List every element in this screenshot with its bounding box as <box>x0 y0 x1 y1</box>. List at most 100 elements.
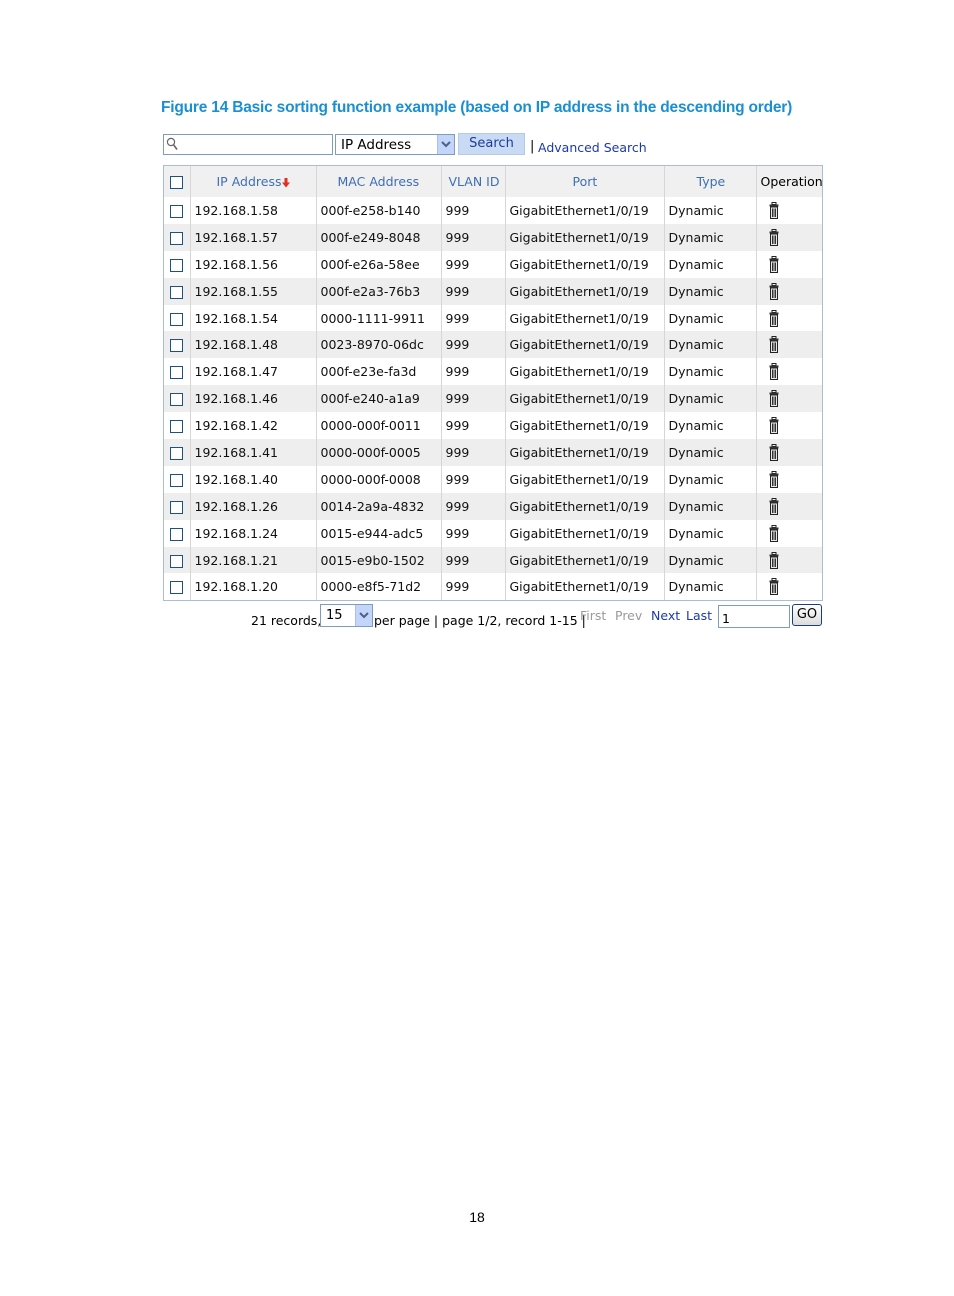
table-row: 192.168.1.54 0000-1111-9911 999 GigabitEthe… <box>164 304 822 332</box>
type-cell: Dynamic <box>664 546 757 574</box>
header-ip-address[interactable]: IP Address <box>190 166 317 197</box>
select-all-checkbox[interactable] <box>170 176 184 189</box>
magnifier-icon <box>166 137 178 150</box>
go-button[interactable]: GO <box>792 604 822 626</box>
row-checkbox[interactable] <box>170 581 184 595</box>
first-page-link: First <box>580 608 607 623</box>
row-checkbox[interactable] <box>170 258 184 272</box>
trash-icon[interactable] <box>769 255 779 273</box>
mac-address-cell: 000f-e249-8048 <box>316 223 442 251</box>
search-button[interactable]: Search <box>458 133 525 155</box>
port-cell: GigabitEthernet1/0/19 <box>505 304 665 332</box>
header-mac-address[interactable]: MAC Address <box>316 166 442 197</box>
row-checkbox[interactable] <box>170 554 184 568</box>
ip-address-cell: 192.168.1.48 <box>190 331 317 359</box>
row-checkbox[interactable] <box>170 527 184 541</box>
row-select-cell <box>164 465 191 493</box>
trash-icon[interactable] <box>769 417 779 435</box>
port-cell: GigabitEthernet1/0/19 <box>505 492 665 520</box>
row-select-cell <box>164 573 191 601</box>
row-checkbox[interactable] <box>170 312 184 326</box>
row-checkbox[interactable] <box>170 473 184 487</box>
header-ip-address-label: IP Address <box>216 174 282 189</box>
search-box[interactable] <box>163 134 333 155</box>
trash-icon[interactable] <box>769 282 779 300</box>
search-input[interactable] <box>180 136 330 152</box>
dropdown-button[interactable] <box>437 135 454 154</box>
ip-address-cell: 192.168.1.55 <box>190 277 317 305</box>
per-page-select[interactable]: 15 <box>320 604 373 627</box>
ip-address-cell: 192.168.1.42 <box>190 412 317 440</box>
type-cell: Dynamic <box>664 519 757 547</box>
trash-icon[interactable] <box>769 336 779 354</box>
row-select-cell <box>164 277 191 305</box>
page-number-input[interactable] <box>718 605 790 628</box>
type-cell: Dynamic <box>664 492 757 520</box>
trash-icon[interactable] <box>769 363 779 381</box>
advanced-search-link[interactable]: Advanced Search <box>538 140 647 155</box>
row-checkbox[interactable] <box>170 366 184 380</box>
operation-cell <box>756 305 822 332</box>
chevron-down-icon <box>441 141 451 148</box>
vlan-id-cell: 999 <box>441 573 506 601</box>
header-vlan-id[interactable]: VLAN ID <box>441 166 506 197</box>
last-page-link[interactable]: Last <box>686 608 712 623</box>
row-checkbox[interactable] <box>170 285 184 299</box>
vlan-id-cell: 999 <box>441 331 506 359</box>
port-cell: GigabitEthernet1/0/19 <box>505 465 665 493</box>
trash-icon[interactable] <box>769 524 779 542</box>
search-field-select[interactable]: IP Address <box>335 134 455 155</box>
operation-cell <box>756 197 822 224</box>
row-checkbox[interactable] <box>170 393 184 407</box>
ip-address-cell: 192.168.1.41 <box>190 439 317 466</box>
operation-cell <box>756 520 822 547</box>
type-cell: Dynamic <box>664 331 757 359</box>
vlan-id-cell: 999 <box>441 197 506 224</box>
next-page-link[interactable]: Next <box>651 608 680 623</box>
trash-icon[interactable] <box>769 578 779 596</box>
type-cell: Dynamic <box>664 277 757 305</box>
trash-icon[interactable] <box>769 201 779 219</box>
operation-cell <box>756 331 822 359</box>
row-checkbox[interactable] <box>170 420 184 434</box>
page-number: 18 <box>469 1209 485 1225</box>
trash-icon[interactable] <box>769 443 779 461</box>
trash-icon[interactable] <box>769 309 779 327</box>
header-port[interactable]: Port <box>505 166 665 197</box>
header-type[interactable]: Type <box>664 166 757 197</box>
table-header-row: IP Address MAC Address VLAN ID Port Type… <box>164 166 823 197</box>
row-checkbox[interactable] <box>170 339 184 353</box>
operation-cell <box>756 439 822 466</box>
vlan-id-cell: 999 <box>441 358 506 386</box>
type-cell: Dynamic <box>664 358 757 386</box>
mac-address-cell: 000f-e2a3-76b3 <box>316 277 442 305</box>
dropdown-button[interactable] <box>355 605 372 626</box>
table-row: 192.168.1.47 000f-e23e-fa3d 999 GigabitEthe… <box>164 358 822 386</box>
trash-icon[interactable] <box>769 551 779 569</box>
ip-address-cell: 192.168.1.26 <box>190 492 317 520</box>
operation-cell <box>756 251 822 278</box>
trash-icon[interactable] <box>769 228 779 246</box>
mac-address-cell: 0000-000f-0005 <box>316 439 442 466</box>
trash-icon[interactable] <box>769 390 779 408</box>
row-checkbox[interactable] <box>170 204 184 218</box>
trash-icon[interactable] <box>769 470 779 488</box>
row-checkbox[interactable] <box>170 231 184 245</box>
port-cell: GigabitEthernet1/0/19 <box>505 439 665 466</box>
row-checkbox[interactable] <box>170 446 184 460</box>
search-field-value: IP Address <box>341 137 412 153</box>
row-select-cell <box>164 412 191 440</box>
vlan-id-cell: 999 <box>441 277 506 305</box>
ip-address-cell: 192.168.1.21 <box>190 546 317 574</box>
type-cell: Dynamic <box>664 385 757 413</box>
figure-caption: Figure 14 Basic sorting function example… <box>161 99 793 116</box>
row-checkbox[interactable] <box>170 500 184 514</box>
ip-address-cell: 192.168.1.58 <box>190 197 317 224</box>
operation-cell <box>756 385 822 413</box>
trash-icon[interactable] <box>769 497 779 515</box>
table-row: 192.168.1.56 000f-e26a-58ee 999 GigabitEthe… <box>164 250 822 278</box>
mac-address-cell: 000f-e240-a1a9 <box>316 385 442 413</box>
mac-address-cell: 000f-e23e-fa3d <box>316 358 442 386</box>
vlan-id-cell: 999 <box>441 304 506 332</box>
row-select-cell <box>164 546 191 574</box>
